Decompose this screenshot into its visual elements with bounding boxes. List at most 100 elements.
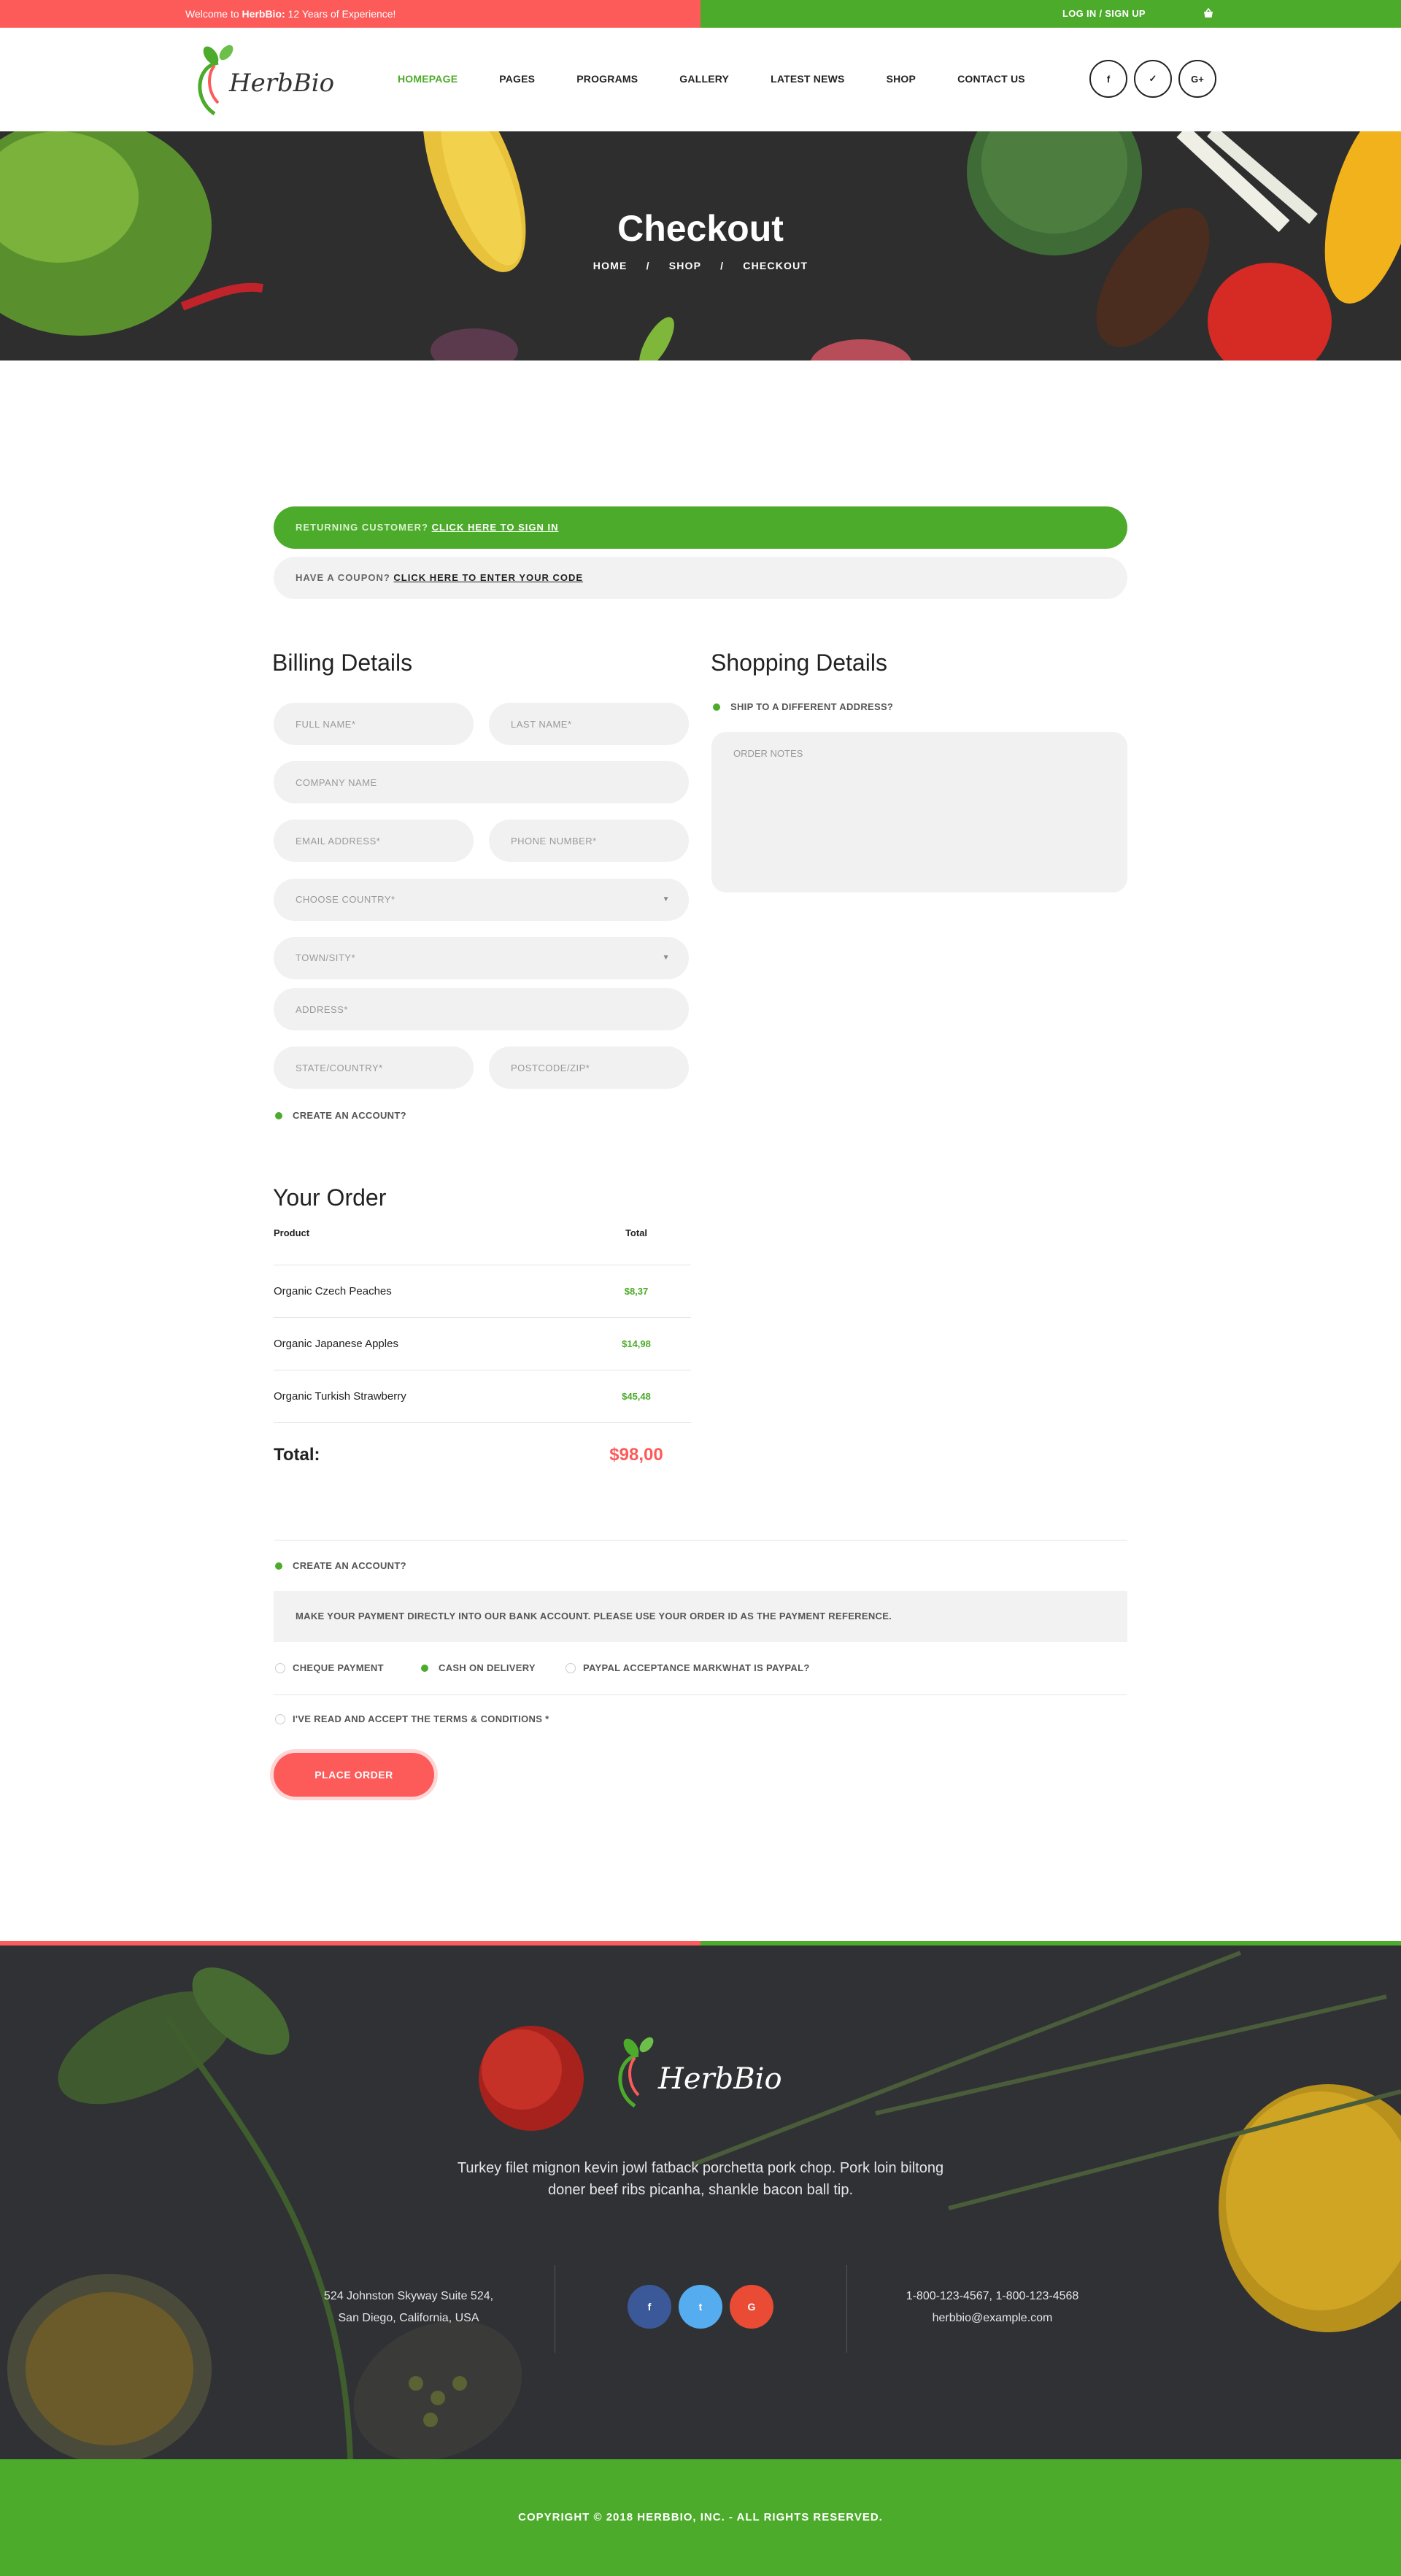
- order-price: $8,37: [624, 1286, 649, 1297]
- create-account-option[interactable]: CREATE AN ACCOUNT?: [275, 1110, 406, 1121]
- breadcrumb-separator: /: [720, 260, 725, 271]
- order-table: Product Total Organic Czech Peaches $8,3…: [274, 1227, 691, 1423]
- herbs-background-image: [0, 1946, 1401, 2459]
- order-title: Your Order: [273, 1184, 387, 1211]
- order-price: $45,48: [622, 1391, 651, 1402]
- header-social: f ✓ G+: [1089, 60, 1216, 98]
- order-table-header: Product Total: [274, 1227, 691, 1265]
- footer-address: 524 Johnston Skyway Suite 524, San Diego…: [306, 2286, 511, 2329]
- ship-different-option[interactable]: SHIP TO A DIFFERENT ADDRESS?: [713, 701, 893, 712]
- payment-option-cheque[interactable]: CHEQUE PAYMENT: [275, 1662, 384, 1673]
- order-price: $14,98: [622, 1338, 651, 1349]
- radio-empty-icon: [566, 1662, 576, 1673]
- header: HerbBio HOMEPAGE PAGES PROGRAMS GALLERY …: [0, 28, 1401, 131]
- radio-selected-icon: [421, 1664, 428, 1672]
- order-product: Organic Czech Peaches: [274, 1285, 392, 1297]
- top-bar: Welcome to HerbBio: 12 Years of Experien…: [0, 0, 1401, 28]
- divider: [274, 1694, 1127, 1695]
- facebook-icon[interactable]: f: [1089, 60, 1127, 98]
- brand-name: HerbBio: [229, 69, 335, 98]
- state-field[interactable]: [274, 1046, 474, 1089]
- order-col-total: Total: [625, 1227, 648, 1238]
- coupon-text: HAVE A COUPON?: [296, 572, 394, 583]
- nav-latest-news[interactable]: LATEST NEWS: [771, 73, 845, 85]
- country-select-value: CHOOSE COUNTRY*: [296, 894, 395, 905]
- order-product: Organic Japanese Apples: [274, 1338, 398, 1350]
- logo[interactable]: HerbBio: [185, 41, 334, 121]
- create-account-label: CREATE AN ACCOUNT?: [293, 1110, 406, 1121]
- nav-shop[interactable]: SHOP: [887, 73, 916, 85]
- ship-different-label: SHIP TO A DIFFERENT ADDRESS?: [730, 701, 894, 712]
- radio-selected-icon: [275, 1562, 282, 1570]
- main-nav: HOMEPAGE PAGES PROGRAMS GALLERY LATEST N…: [398, 73, 1067, 85]
- breadcrumb-home[interactable]: HOME: [593, 260, 628, 271]
- table-row: Organic Turkish Strawberry $45,48: [274, 1370, 691, 1423]
- coupon-banner: HAVE A COUPON? CLICK HERE TO ENTER YOUR …: [274, 557, 1127, 599]
- postcode-field[interactable]: [489, 1046, 689, 1089]
- company-name-field[interactable]: [274, 761, 689, 803]
- footer-description-line: Turkey filet mignon kevin jowl fatback p…: [457, 2160, 944, 2176]
- email-field[interactable]: [274, 820, 474, 862]
- payment-option-label: CHEQUE PAYMENT: [293, 1662, 384, 1673]
- google-icon[interactable]: G: [730, 2285, 773, 2329]
- login-signup-link[interactable]: LOG IN / SIGN UP: [1062, 0, 1146, 28]
- last-name-field[interactable]: [489, 703, 689, 745]
- breadcrumb: HOME / SHOP / CHECKOUT: [0, 260, 1401, 271]
- address-field[interactable]: [274, 988, 689, 1030]
- footer-email[interactable]: herbbio@example.com: [876, 2307, 1109, 2329]
- footer: HerbBio Turkey filet mignon kevin jowl f…: [0, 1946, 1401, 2459]
- nav-gallery[interactable]: GALLERY: [679, 73, 729, 85]
- footer-phone: 1-800-123-4567, 1-800-123-4568: [906, 2290, 1079, 2302]
- payment-create-account-option[interactable]: CREATE AN ACCOUNT?: [275, 1560, 406, 1571]
- footer-description-line: doner beef ribs picanha, shankle bacon b…: [547, 2182, 854, 2198]
- terms-checkbox[interactable]: I'VE READ AND ACCEPT THE TERMS & CONDITI…: [275, 1713, 549, 1724]
- breadcrumb-checkout: CHECKOUT: [743, 260, 808, 271]
- payment-option-paypal[interactable]: PAYPAL ACCEPTANCE MARKWHAT IS PAYPAL?: [566, 1662, 810, 1673]
- returning-customer-text: RETURNING CUSTOMER?: [296, 522, 432, 533]
- radio-empty-icon: [275, 1662, 285, 1673]
- terms-label: I'VE READ AND ACCEPT THE TERMS & CONDITI…: [293, 1713, 549, 1724]
- welcome-brand: HerbBio:: [242, 8, 285, 20]
- shopping-title: Shopping Details: [711, 649, 887, 676]
- leaf-logo-icon: [618, 2037, 654, 2108]
- welcome-suffix: 12 Years of Experience!: [285, 8, 396, 20]
- address-line: San Diego, California, USA: [338, 2312, 479, 2324]
- google-plus-icon[interactable]: G+: [1178, 60, 1216, 98]
- chevron-down-icon: ▼: [662, 954, 670, 962]
- welcome-bar: Welcome to HerbBio: 12 Years of Experien…: [0, 0, 700, 28]
- footer-logo[interactable]: HerbBio: [606, 2033, 795, 2113]
- radio-selected-icon: [713, 703, 720, 711]
- footer-brand-name: HerbBio: [658, 2062, 782, 2096]
- table-row: Organic Czech Peaches $8,37: [274, 1265, 691, 1318]
- country-select[interactable]: CHOOSE COUNTRY* ▼: [274, 879, 689, 921]
- checkbox-icon: [275, 1713, 285, 1724]
- town-select[interactable]: TOWN/SITY* ▼: [274, 937, 689, 979]
- returning-customer-banner: RETURNING CUSTOMER? CLICK HERE TO SIGN I…: [274, 506, 1127, 549]
- order-notes-field[interactable]: [711, 732, 1127, 892]
- footer-description: Turkey filet mignon kevin jowl fatback p…: [0, 2157, 1401, 2201]
- nav-homepage[interactable]: HOMEPAGE: [398, 73, 458, 85]
- enter-coupon-link[interactable]: CLICK HERE TO ENTER YOUR CODE: [393, 572, 583, 583]
- nav-contact-us[interactable]: CONTACT US: [957, 73, 1025, 85]
- chevron-down-icon: ▼: [662, 895, 670, 903]
- basket-icon[interactable]: [1203, 7, 1214, 19]
- full-name-field[interactable]: [274, 703, 474, 745]
- payment-create-account-label: CREATE AN ACCOUNT?: [293, 1560, 406, 1571]
- breadcrumb-shop[interactable]: SHOP: [669, 260, 701, 271]
- page-title: Checkout: [617, 208, 784, 249]
- town-select-value: TOWN/SITY*: [296, 952, 356, 963]
- twitter-icon[interactable]: t: [679, 2285, 722, 2329]
- copyright-bar: COPYRIGHT © 2018 HERBBIO, INC. - ALL RIG…: [0, 2459, 1401, 2576]
- nav-programs[interactable]: PROGRAMS: [576, 73, 638, 85]
- place-order-button[interactable]: PLACE ORDER: [274, 1753, 434, 1797]
- payment-option-cod[interactable]: CASH ON DELIVERY: [421, 1662, 536, 1673]
- twitter-icon[interactable]: ✓: [1134, 60, 1172, 98]
- facebook-icon[interactable]: f: [628, 2285, 671, 2329]
- phone-field[interactable]: [489, 820, 689, 862]
- payment-instructions: MAKE YOUR PAYMENT DIRECTLY INTO OUR BANK…: [274, 1591, 1127, 1642]
- account-bar: LOG IN / SIGN UP: [700, 0, 1401, 28]
- payment-option-label: PAYPAL ACCEPTANCE MARKWHAT IS PAYPAL?: [583, 1662, 810, 1673]
- nav-pages[interactable]: PAGES: [499, 73, 535, 85]
- table-row: Organic Japanese Apples $14,98: [274, 1318, 691, 1370]
- sign-in-link[interactable]: CLICK HERE TO SIGN IN: [432, 522, 559, 533]
